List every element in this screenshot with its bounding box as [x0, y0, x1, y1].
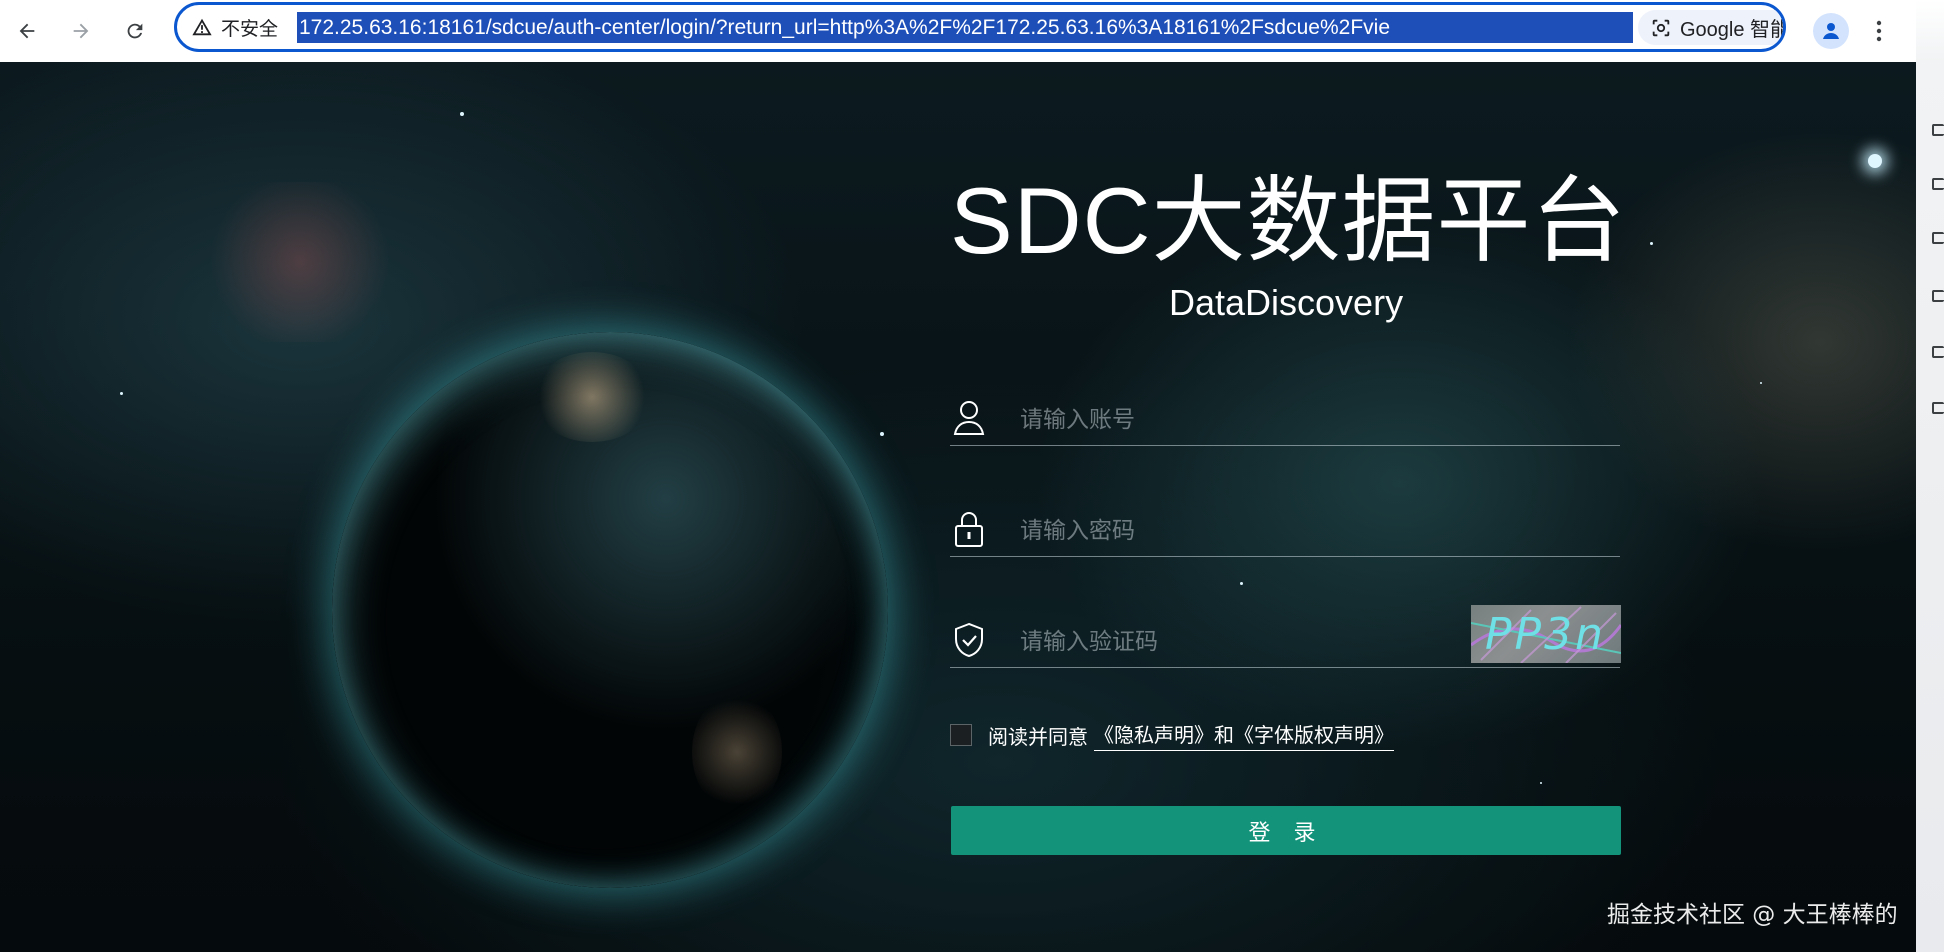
browser-menu-button[interactable]: [1866, 12, 1892, 50]
shield-check-icon: [952, 621, 986, 659]
security-label: 不安全: [221, 18, 279, 40]
captcha-image[interactable]: PP3n: [1471, 605, 1621, 663]
warning-icon: [192, 18, 212, 36]
side-panel-icon[interactable]: [1932, 402, 1944, 414]
side-panel-icon[interactable]: [1932, 124, 1944, 136]
star: [1540, 782, 1542, 784]
back-arrow-icon: [19, 23, 35, 39]
star: [1760, 382, 1762, 384]
bright-star: [1868, 154, 1882, 168]
platform-title: SDC大数据平台: [950, 168, 1627, 273]
side-panel-icon[interactable]: [1932, 178, 1944, 190]
captcha-input[interactable]: [1018, 623, 1502, 661]
platform-subtitle: DataDiscovery: [1169, 282, 1404, 323]
policy-link[interactable]: 《隐私声明》和《字体版权声明》: [1094, 719, 1394, 751]
reload-button[interactable]: [116, 12, 154, 50]
star: [1650, 242, 1653, 245]
back-button[interactable]: [8, 12, 46, 50]
star: [1240, 582, 1243, 585]
login-button[interactable]: 登 录: [951, 806, 1621, 855]
lock-icon: [952, 510, 986, 548]
star: [120, 392, 123, 395]
lens-label: Google 智能镜头: [1680, 19, 1783, 41]
nebula-glow: [200, 182, 400, 342]
site-security-chip[interactable]: 不安全: [191, 5, 278, 49]
browser-toolbar: 不安全 172.25.63.16:18161/sdcue/auth-center…: [0, 0, 1944, 63]
agreement-row: 阅读并同意 《隐私声明》和《字体版权声明》: [950, 719, 1394, 751]
url-text[interactable]: 172.25.63.16:18161/sdcue/auth-center/log…: [297, 12, 1633, 43]
watermark-text: 掘金技术社区 @ 大王棒棒的: [1607, 902, 1898, 928]
password-input[interactable]: [1018, 512, 1582, 550]
star: [460, 112, 464, 116]
forward-button[interactable]: [62, 12, 100, 50]
address-bar[interactable]: 不安全 172.25.63.16:18161/sdcue/auth-center…: [174, 2, 1786, 52]
forward-arrow-icon: [73, 23, 89, 39]
city-lights: [532, 352, 652, 442]
reload-icon: [127, 23, 143, 39]
city-lights: [692, 692, 782, 812]
user-icon: [952, 399, 986, 437]
password-field: [950, 506, 1620, 557]
account-input[interactable]: [1018, 401, 1582, 439]
account-field: [950, 395, 1620, 446]
google-lens-button[interactable]: Google 智能镜头: [1638, 10, 1783, 45]
earth-planet-image: [332, 332, 888, 888]
lens-icon: [1652, 19, 1670, 36]
star: [880, 432, 884, 436]
side-panel-icon[interactable]: [1932, 346, 1944, 358]
extension-side-panel: [1916, 0, 1944, 952]
profile-icon: [1823, 23, 1839, 39]
agree-checkbox[interactable]: [950, 724, 972, 746]
side-panel-icon[interactable]: [1932, 290, 1944, 302]
menu-dots-icon: [1876, 20, 1882, 42]
agree-label: 阅读并同意: [988, 724, 1088, 749]
captcha-text: PP3n: [1485, 609, 1606, 660]
side-panel-icon[interactable]: [1932, 232, 1944, 244]
profile-button[interactable]: [1813, 13, 1849, 49]
